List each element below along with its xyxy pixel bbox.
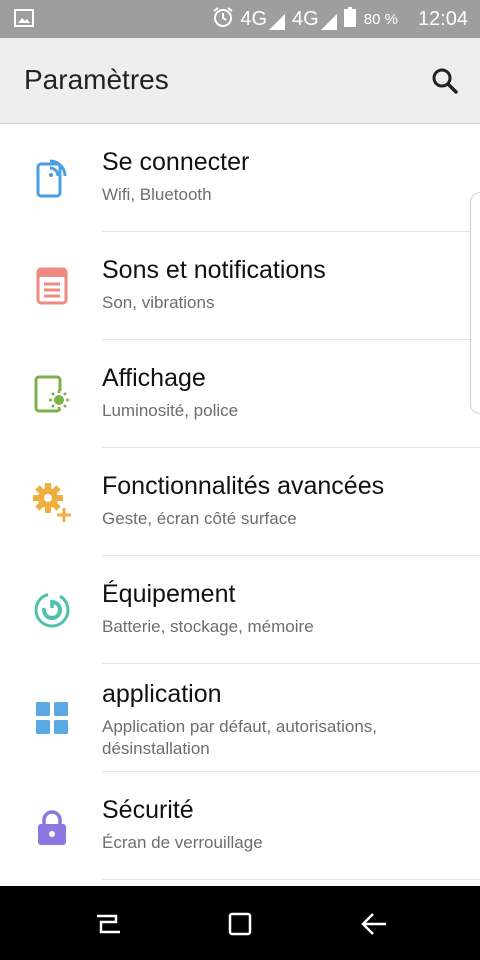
item-subtitle: Luminosité, police (102, 401, 239, 420)
advanced-features-gear-icon (30, 480, 74, 524)
item-title: Sons et notifications (102, 256, 326, 284)
settings-list: Se connecter Wifi, Bluetooth Sons et not… (0, 124, 480, 880)
apps-grid-icon (30, 696, 74, 740)
network-1-indicator: 4G (240, 8, 286, 31)
app-bar: Paramètres (0, 38, 480, 124)
settings-item-sounds[interactable]: Sons et notifications Son, vibrations (0, 232, 480, 340)
back-button[interactable] (354, 904, 394, 944)
signal-icon (320, 13, 337, 30)
connections-icon (30, 156, 74, 200)
sounds-icon (30, 264, 74, 308)
settings-item-advanced-features[interactable]: Fonctionnalités avancées Geste, écran cô… (0, 448, 480, 556)
lock-icon (30, 806, 74, 850)
item-subtitle: Son, vibrations (102, 293, 215, 312)
settings-item-display[interactable]: Affichage Luminosité, police (0, 340, 480, 448)
battery-percent: 80 % (363, 10, 398, 28)
home-icon (228, 912, 252, 936)
clock: 12:04 (417, 7, 468, 30)
settings-item-security[interactable]: Sécurité Écran de verrouillage (0, 772, 480, 880)
battery-icon (343, 6, 356, 32)
recent-apps-button[interactable] (88, 904, 128, 944)
divider (102, 879, 480, 880)
item-subtitle: Écran de verrouillage (102, 833, 263, 852)
settings-item-device-care[interactable]: Équipement Batterie, stockage, mémoire (0, 556, 480, 664)
settings-item-applications[interactable]: application Application par défaut, auto… (0, 664, 480, 772)
recent-apps-icon (97, 914, 120, 934)
network-2-label: 4G (292, 7, 319, 30)
item-title: Fonctionnalités avancées (102, 472, 385, 500)
gallery-notification-icon (14, 9, 34, 32)
alarm-icon (212, 6, 234, 33)
item-subtitle: Geste, écran côté surface (102, 509, 297, 528)
item-title: Sécurité (102, 796, 194, 824)
display-icon (30, 372, 74, 416)
item-subtitle: Application par défaut, autorisations, d… (102, 717, 378, 758)
item-title: Se connecter (102, 148, 250, 176)
network-2-indicator: 4G (292, 8, 338, 31)
back-arrow-icon (361, 913, 386, 935)
search-icon (432, 68, 458, 94)
home-button[interactable] (220, 904, 260, 944)
item-subtitle: Batterie, stockage, mémoire (102, 617, 314, 636)
device-care-icon (30, 588, 74, 632)
status-bar: 4G 4G 80 % 12:04 (0, 0, 480, 38)
item-subtitle: Wifi, Bluetooth (102, 185, 212, 204)
scroll-handle[interactable] (470, 192, 480, 414)
signal-icon (269, 13, 286, 30)
search-button[interactable] (426, 62, 464, 100)
item-title: Équipement (102, 580, 236, 608)
settings-item-connections[interactable]: Se connecter Wifi, Bluetooth (0, 124, 480, 232)
network-1-label: 4G (240, 7, 268, 30)
item-title: Affichage (102, 364, 206, 392)
page-title: Paramètres (24, 64, 169, 95)
item-title: application (102, 680, 222, 708)
navigation-bar (0, 886, 480, 960)
